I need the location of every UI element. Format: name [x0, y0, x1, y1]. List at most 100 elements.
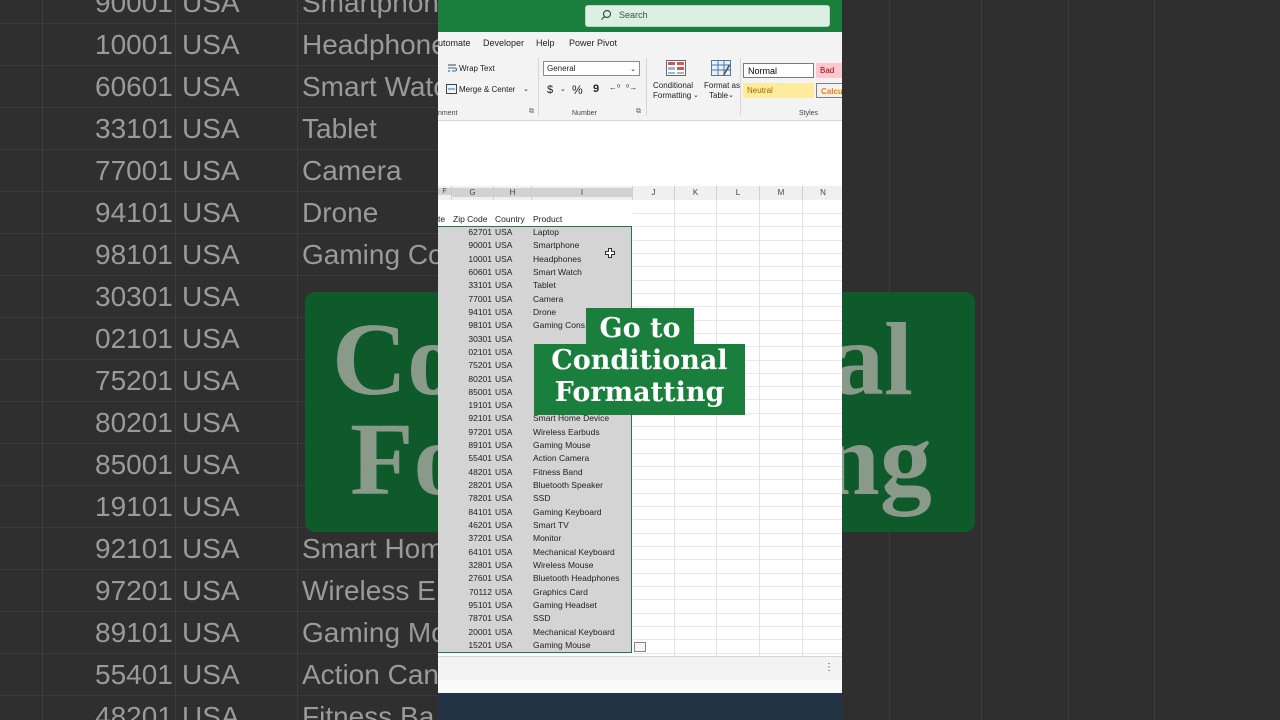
format-as-table-label[interactable]: Table — [709, 91, 728, 100]
cell-zip-code[interactable]: 75201 — [452, 360, 492, 370]
menu-power-pivot[interactable]: Power Pivot — [569, 38, 617, 48]
cell-zip-code[interactable]: 85001 — [452, 387, 492, 397]
cell-country[interactable]: USA — [495, 440, 512, 450]
menu-developer[interactable]: Developer — [483, 38, 524, 48]
cell-country[interactable]: USA — [495, 640, 512, 650]
cell-zip-code[interactable]: 46201 — [452, 520, 492, 530]
column-header-m[interactable]: M — [760, 188, 802, 197]
cell-zip-code[interactable]: 37201 — [452, 533, 492, 543]
cell-country[interactable]: USA — [495, 280, 512, 290]
table-row[interactable]: 15201 USA Gaming Mouse — [438, 640, 632, 653]
cell-product[interactable]: Laptop — [533, 227, 559, 237]
table-row[interactable]: 89101 USA Gaming Mouse — [438, 440, 632, 453]
cell-country[interactable]: USA — [495, 467, 512, 477]
cell-zip-code[interactable]: 28201 — [452, 480, 492, 490]
conditional-formatting-button[interactable]: Conditional — [653, 81, 693, 90]
cell-country[interactable]: USA — [495, 320, 512, 330]
column-header-n[interactable]: N — [803, 188, 842, 197]
table-row[interactable]: 78201 USA SSD — [438, 493, 632, 506]
cell-zip-code[interactable]: 95101 — [452, 600, 492, 610]
search-box[interactable]: Search — [585, 5, 830, 27]
menu-automate[interactable]: utomate — [438, 38, 471, 48]
cell-zip-code[interactable]: 15201 — [452, 640, 492, 650]
cell-product[interactable]: Monitor — [533, 533, 561, 543]
decrease-decimal-icon[interactable]: ⁰→ — [626, 83, 637, 92]
quick-analysis-icon[interactable] — [634, 642, 646, 652]
cell-product[interactable]: Headphones — [533, 254, 581, 264]
cell-zip-code[interactable]: 70112 — [452, 587, 492, 597]
cell-product[interactable]: Mechanical Keyboard — [533, 547, 615, 557]
cell-zip-code[interactable]: 97201 — [452, 427, 492, 437]
cell-product[interactable]: Wireless Mouse — [533, 560, 593, 570]
menu-help[interactable]: Help — [536, 38, 555, 48]
table-row[interactable]: 46201 USA Smart TV — [438, 520, 632, 533]
table-row[interactable]: 78701 USA SSD — [438, 613, 632, 626]
cell-country[interactable]: USA — [495, 507, 512, 517]
cell-zip-code[interactable]: 98101 — [452, 320, 492, 330]
cell-country[interactable]: USA — [495, 627, 512, 637]
column-header-f[interactable]: F — [438, 188, 451, 195]
cell-zip-code[interactable]: 55401 — [452, 453, 492, 463]
table-row[interactable]: 90001 USA Smartphone — [438, 240, 632, 253]
cell-zip-code[interactable]: 60601 — [452, 267, 492, 277]
cell-zip-code[interactable]: 89101 — [452, 440, 492, 450]
cell-zip-code[interactable]: 32801 — [452, 560, 492, 570]
table-row[interactable]: 33101 USA Tablet — [438, 280, 632, 293]
comma-style-button[interactable]: 9 — [593, 83, 599, 95]
cell-zip-code[interactable]: 20001 — [452, 627, 492, 637]
format-as-table-button[interactable]: Format as — [704, 81, 740, 90]
table-row[interactable]: 97201 USA Wireless Earbuds — [438, 427, 632, 440]
cell-country[interactable]: USA — [495, 387, 512, 397]
style-neutral[interactable]: Neutral — [743, 83, 814, 98]
cell-product[interactable]: Action Camera — [533, 453, 589, 463]
column-header-g[interactable]: G — [452, 188, 493, 197]
cell-product[interactable]: Bluetooth Headphones — [533, 573, 620, 583]
table-row[interactable]: 95101 USA Gaming Headset — [438, 600, 632, 613]
cell-country[interactable]: USA — [495, 307, 512, 317]
cell-country[interactable]: USA — [495, 254, 512, 264]
cell-country[interactable]: USA — [495, 613, 512, 623]
currency-dropdown-icon[interactable]: ⌄ — [560, 85, 566, 93]
chevron-down-icon[interactable]: ⌄ — [693, 91, 699, 99]
cell-zip-code[interactable]: 27601 — [452, 573, 492, 583]
cell-product[interactable]: Gaming Mouse — [533, 640, 591, 650]
cell-country[interactable]: USA — [495, 600, 512, 610]
table-row[interactable]: 55401 USA Action Camera — [438, 453, 632, 466]
cell-product[interactable]: SSD — [533, 613, 550, 623]
increase-decimal-icon[interactable]: ←⁰ — [609, 83, 620, 92]
merge-dropdown-icon[interactable]: ⌄ — [523, 85, 529, 93]
cell-zip-code[interactable]: 19101 — [452, 400, 492, 410]
cell-country[interactable]: USA — [495, 480, 512, 490]
cell-product[interactable]: SSD — [533, 493, 550, 503]
column-header-k[interactable]: K — [675, 188, 716, 197]
cell-product[interactable]: Smartphone — [533, 240, 579, 250]
column-header-j[interactable]: J — [633, 188, 674, 197]
cell-product[interactable]: Graphics Card — [533, 587, 588, 597]
cell-product[interactable]: Gaming Cons — [533, 320, 585, 330]
conditional-formatting-label[interactable]: Formatting — [653, 91, 691, 100]
cell-country[interactable]: USA — [495, 587, 512, 597]
spreadsheet-grid[interactable]: te Zip Code Country Product 62701 USA Lapt… — [438, 200, 842, 656]
table-row[interactable]: 27601 USA Bluetooth Headphones — [438, 573, 632, 586]
cell-zip-code[interactable]: 62701 — [452, 227, 492, 237]
number-format-select[interactable]: General ⌄ — [543, 61, 640, 76]
cell-zip-code[interactable]: 30301 — [452, 334, 492, 344]
column-header-i[interactable]: I — [532, 188, 632, 197]
table-row[interactable]: 20001 USA Mechanical Keyboard — [438, 627, 632, 640]
table-row[interactable]: 84101 USA Gaming Keyboard — [438, 507, 632, 520]
table-row[interactable]: 48201 USA Fitness Band — [438, 467, 632, 480]
cell-country[interactable]: USA — [495, 533, 512, 543]
merge-center-button[interactable]: Merge & Center — [459, 85, 515, 94]
alignment-launcher-icon[interactable]: ⧉ — [529, 108, 534, 116]
cell-zip-code[interactable]: 80201 — [452, 374, 492, 384]
cell-zip-code[interactable]: 94101 — [452, 307, 492, 317]
cell-country[interactable]: USA — [495, 427, 512, 437]
percent-button[interactable]: % — [572, 83, 583, 97]
cell-country[interactable]: USA — [495, 493, 512, 503]
cell-zip-code[interactable]: 90001 — [452, 240, 492, 250]
cell-country[interactable]: USA — [495, 227, 512, 237]
cell-product[interactable]: Wireless Earbuds — [533, 427, 600, 437]
cell-product[interactable]: Mechanical Keyboard — [533, 627, 615, 637]
table-row[interactable]: 10001 USA Headphones — [438, 254, 632, 267]
cell-country[interactable]: USA — [495, 334, 512, 344]
